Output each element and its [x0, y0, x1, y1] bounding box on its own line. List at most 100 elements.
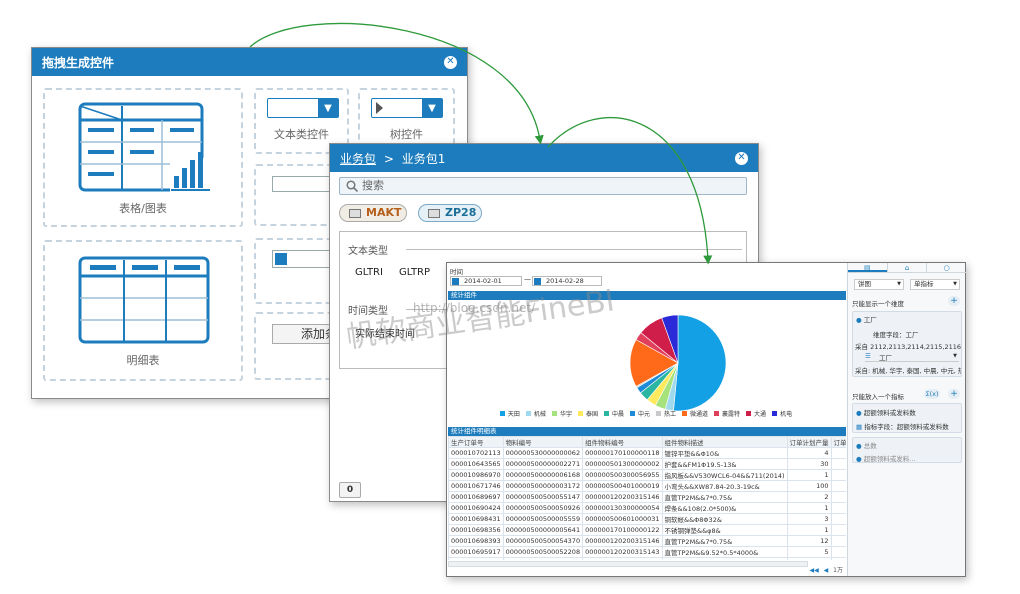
text-type-heading: 文本类型 — [348, 246, 388, 257]
legend-item[interactable]: 中元 — [629, 409, 652, 418]
table-cell: 000000120200315143 — [582, 546, 663, 558]
search-input[interactable]: 搜索 — [339, 177, 747, 195]
tab-settings-icon[interactable]: ○ — [926, 263, 966, 272]
table-cell: 000000500601000031 — [582, 513, 663, 525]
table-cell: 000000530000000062 — [502, 447, 584, 459]
metric-formula-badge[interactable]: Σ(x) — [924, 389, 940, 399]
breadcrumb-root-link[interactable]: 业务包 — [340, 152, 376, 166]
date-range-dash: — — [524, 275, 531, 283]
column-header: 订单计划产量 — [786, 436, 832, 448]
tab-style-icon[interactable]: ⌂ — [886, 263, 927, 272]
add-dimension-button[interactable]: + — [948, 296, 960, 306]
play-icon — [376, 102, 383, 114]
tab-makt[interactable]: MAKT — [339, 204, 407, 222]
tab-makt-label: MAKT — [366, 206, 402, 219]
add-metric-button[interactable]: + — [948, 389, 960, 399]
filter-select[interactable]: ☰ 工厂 ▼ — [865, 352, 959, 362]
table-row[interactable]: 000010698356 000000500000005641 0000001701… — [448, 524, 846, 536]
table-cell: 000000500401000019 — [582, 480, 663, 492]
eye-icon: ● — [856, 316, 862, 324]
dim-field-values: 采自 2112,2113,2114,2115,2116, 机械 — [855, 343, 961, 351]
table-cell: 000010690424 — [448, 502, 504, 514]
legend-item[interactable]: 泰国 — [577, 409, 600, 418]
table-row[interactable]: 000010671746 000000500000003172 0000005004… — [448, 480, 846, 492]
tree-control-label: 树控件 — [390, 128, 423, 141]
table-row[interactable]: 000010695917 000000500500052208 0000001202… — [448, 546, 846, 558]
text-field-gltri[interactable]: GLTRI — [355, 267, 383, 278]
prev-page-icon[interactable]: ◀ — [824, 567, 829, 574]
pie-slice-0[interactable] — [673, 314, 727, 412]
sidebar-tabs: ▤ ⌂ ○ — [848, 263, 966, 273]
metric-mode-select[interactable]: 单指标 ▼ — [910, 279, 960, 290]
table-row[interactable]: 000010643565 000000500000002271 0000005013… — [448, 458, 846, 470]
config-sidebar: ▤ ⌂ ○ 饼图 ▼ 单指标 ▼ 只能显示一个维度 + ● 工厂 维度字段：工厂 采… — [847, 263, 966, 576]
table-row[interactable]: 000010698393 000000500500054370 0000001202… — [448, 535, 846, 547]
table-cell: 护套&&FM1Φ19.5-13& — [661, 458, 788, 470]
table-row[interactable]: 000010689697 000000500500055147 0000001202… — [448, 491, 846, 503]
column-header: 组件物料描述 — [661, 436, 788, 448]
legend-item[interactable]: 机械 — [525, 409, 548, 418]
table-cell: 000010702113 — [448, 447, 504, 459]
table-cell: 4 — [786, 447, 832, 459]
dialog-title: 拖拽生成控件 — [42, 55, 115, 70]
sum-header[interactable]: ● 总数 — [856, 440, 877, 450]
table-cell: 直管TP2M&&7*0.75& — [661, 491, 788, 503]
tab-data-icon[interactable]: ▤ — [848, 263, 887, 272]
table-header-row: 生产订单号物料编号组件物料编号组件物料描述订单计划产量订单实 — [448, 436, 846, 448]
table-cell: 000000170100000122 — [582, 524, 663, 536]
dim-field-header[interactable]: ● 工厂 — [856, 314, 877, 324]
table-row[interactable]: 000010690424 000000500500050926 0000001303… — [448, 502, 846, 514]
tab-zp28-label: ZP28 — [445, 206, 477, 219]
breadcrumb-current: 业务包1 — [401, 151, 446, 166]
table-cell: 3 — [786, 513, 832, 525]
horizontal-scrollbar[interactable] — [448, 561, 808, 567]
metric-icon: ▦ — [856, 423, 863, 431]
table-row[interactable]: 0000106959230000005005000522080000001202… — [448, 557, 846, 560]
column-header: 物料编号 — [502, 436, 584, 448]
legend-item[interactable]: 华宇 — [551, 409, 574, 418]
legend-item[interactable]: 大通 — [746, 409, 768, 418]
table-icon — [349, 209, 361, 218]
date-from-input[interactable]: 2014-02-01 — [450, 276, 522, 286]
text-combo: ▼ — [267, 98, 339, 118]
legend-item[interactable]: 中晨 — [603, 409, 626, 418]
first-page-icon[interactable]: ◀◀ — [809, 567, 818, 574]
sum-section: ● 总数 ● 超额领料或发料... — [852, 437, 962, 463]
table-row[interactable]: 000010986970 000000500000006168 0000005003… — [448, 469, 846, 481]
table-row[interactable]: 000010698431 000000500500005559 0000005006… — [448, 513, 846, 525]
close-icon[interactable]: ✕ — [444, 55, 457, 69]
table-cell: 2 — [786, 491, 832, 503]
table-chart-tile[interactable]: 表格/图表 — [43, 88, 243, 227]
table-chart-label: 表格/图表 — [119, 202, 167, 215]
table-chart-icon — [78, 102, 210, 192]
sum-item[interactable]: ● 超额领料或发料... — [856, 453, 915, 463]
detail-table-icon — [78, 256, 210, 344]
legend-label: 天田 — [507, 411, 520, 418]
selected-count-badge[interactable]: 0 — [339, 482, 361, 498]
legend-label: 热工 — [664, 411, 677, 418]
table-cell: 000010689697 — [448, 491, 504, 503]
tab-zp28[interactable]: ZP28 — [418, 204, 482, 222]
table-row[interactable]: 000010702113 000000530000000062 0000001701… — [448, 447, 846, 459]
detail-table-tile[interactable]: 明细表 — [43, 240, 243, 381]
table-cell: 000000120200315146 — [582, 491, 663, 503]
metric-field-header[interactable]: ● 超额领料或发料数 — [856, 407, 916, 417]
legend-item[interactable]: 天田 — [499, 409, 522, 418]
table-icon — [428, 209, 440, 218]
legend-item[interactable]: 襄露特 — [714, 409, 742, 418]
dimension-field-box: ● 工厂 维度字段：工厂 采自 2112,2113,2114,2115,2116… — [852, 311, 962, 377]
dim-field-label: 维度字段：工厂 — [873, 331, 919, 339]
legend-item[interactable]: 机电 — [772, 409, 794, 418]
time-label: 时间 — [450, 268, 463, 276]
legend-item[interactable]: 热工 — [656, 409, 678, 418]
table-cell: 000000500500052208 — [502, 546, 584, 558]
table-cell: 000000120200315146 — [582, 535, 663, 547]
chart-type-select[interactable]: 饼图 ▼ — [854, 279, 904, 290]
legend-label: 机械 — [533, 411, 546, 418]
text-field-gltrp[interactable]: GLTRP — [399, 267, 430, 278]
screenshot-composite: 拖拽生成控件 ✕ 表格/图表 ▼ 文本类控件 ▼ 树控件 明细表 添加条 业务包… — [0, 0, 1020, 594]
table-cell: 000000500000002271 — [502, 458, 584, 470]
close-icon[interactable]: ✕ — [735, 151, 748, 165]
legend-item[interactable]: 微通道 — [682, 409, 710, 418]
chevron-down-icon: ▼ — [953, 281, 957, 287]
